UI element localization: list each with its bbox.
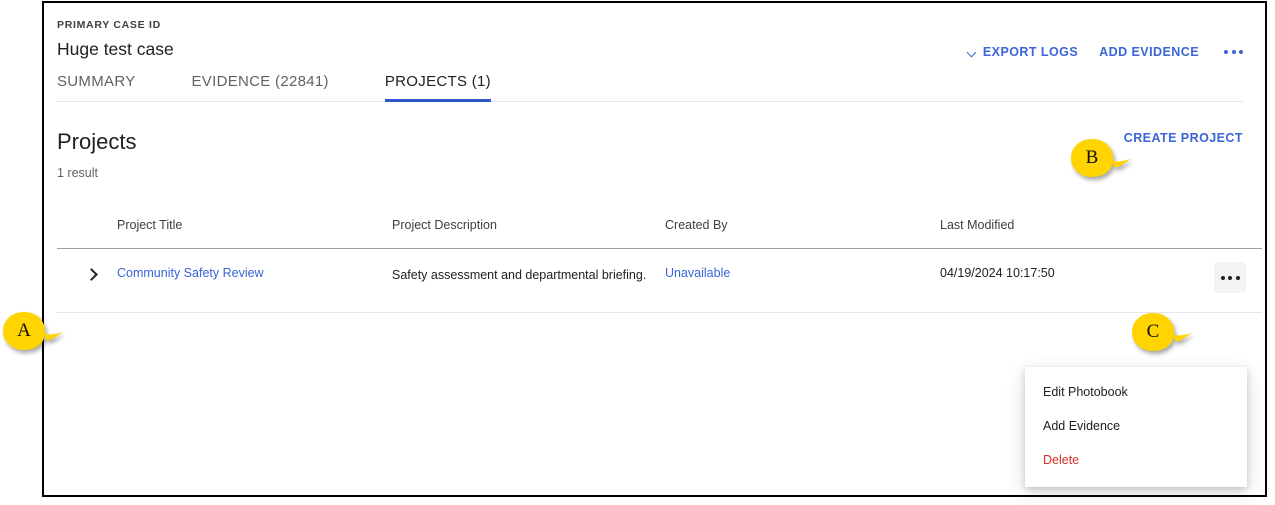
primary-case-id-label: PRIMARY CASE ID (57, 19, 1243, 31)
header-actions: EXPORT LOGS ADD EVIDENCE (968, 45, 1243, 59)
add-evidence-label: ADD EVIDENCE (1099, 45, 1199, 59)
menu-item-delete[interactable]: Delete (1025, 443, 1247, 477)
column-header-actions (1202, 218, 1262, 249)
section-header: Projects 1 result CREATE PROJECT (57, 102, 1243, 180)
column-header-expand (57, 218, 117, 249)
project-title-link[interactable]: Community Safety Review (117, 266, 264, 280)
chevron-down-icon (968, 48, 977, 57)
row-expand-cell (57, 249, 117, 313)
export-logs-button[interactable]: EXPORT LOGS (968, 45, 1078, 59)
annotation-badge-c: C (1131, 312, 1193, 352)
add-evidence-button[interactable]: ADD EVIDENCE (1099, 45, 1199, 59)
row-kebab-menu-icon[interactable] (1214, 262, 1246, 293)
row-context-menu: Edit Photobook Add Evidence Delete (1025, 367, 1247, 487)
menu-item-add-evidence[interactable]: Add Evidence (1025, 409, 1247, 443)
created-by-link[interactable]: Unavailable (665, 266, 730, 280)
column-header-project-title: Project Title (117, 218, 392, 249)
annotation-badge-a: A (2, 311, 64, 351)
row-last-modified-cell: 04/19/2024 10:17:50 (940, 249, 1202, 313)
column-header-created-by: Created By (665, 218, 940, 249)
row-project-description-cell: Safety assessment and departmental brief… (392, 249, 665, 313)
case-header: PRIMARY CASE ID Huge test case EXPORT LO… (44, 3, 1265, 60)
tab-evidence[interactable]: EVIDENCE (22841) (192, 69, 329, 101)
row-created-by-cell: Unavailable (665, 249, 940, 313)
badge-blob-icon (1070, 138, 1132, 178)
row-project-title-cell: Community Safety Review (117, 249, 392, 313)
tab-projects[interactable]: PROJECTS (1) (385, 69, 491, 101)
section-title: Projects (57, 129, 1243, 155)
table-row: Community Safety Review Safety assessmen… (57, 249, 1262, 313)
menu-item-edit-photobook[interactable]: Edit Photobook (1025, 375, 1247, 409)
header-kebab-menu-icon[interactable] (1220, 46, 1243, 58)
column-header-project-description: Project Description (392, 218, 665, 249)
case-detail-card: PRIMARY CASE ID Huge test case EXPORT LO… (42, 1, 1267, 497)
create-project-button[interactable]: CREATE PROJECT (1124, 131, 1243, 145)
projects-table: Project Title Project Description Create… (57, 218, 1262, 313)
chevron-right-icon[interactable] (83, 266, 101, 284)
badge-blob-icon (2, 311, 64, 351)
tab-bar: SUMMARY EVIDENCE (22841) PROJECTS (1) (44, 69, 1265, 102)
badge-blob-icon (1131, 312, 1193, 352)
export-logs-label: EXPORT LOGS (983, 45, 1078, 59)
annotation-badge-b: B (1070, 138, 1132, 178)
column-header-last-modified: Last Modified (940, 218, 1202, 249)
row-actions-cell (1202, 249, 1262, 313)
result-count: 1 result (57, 166, 1243, 180)
table-header-row: Project Title Project Description Create… (57, 218, 1262, 249)
projects-panel: Projects 1 result CREATE PROJECT Project… (44, 102, 1265, 313)
tab-summary[interactable]: SUMMARY (57, 69, 136, 101)
